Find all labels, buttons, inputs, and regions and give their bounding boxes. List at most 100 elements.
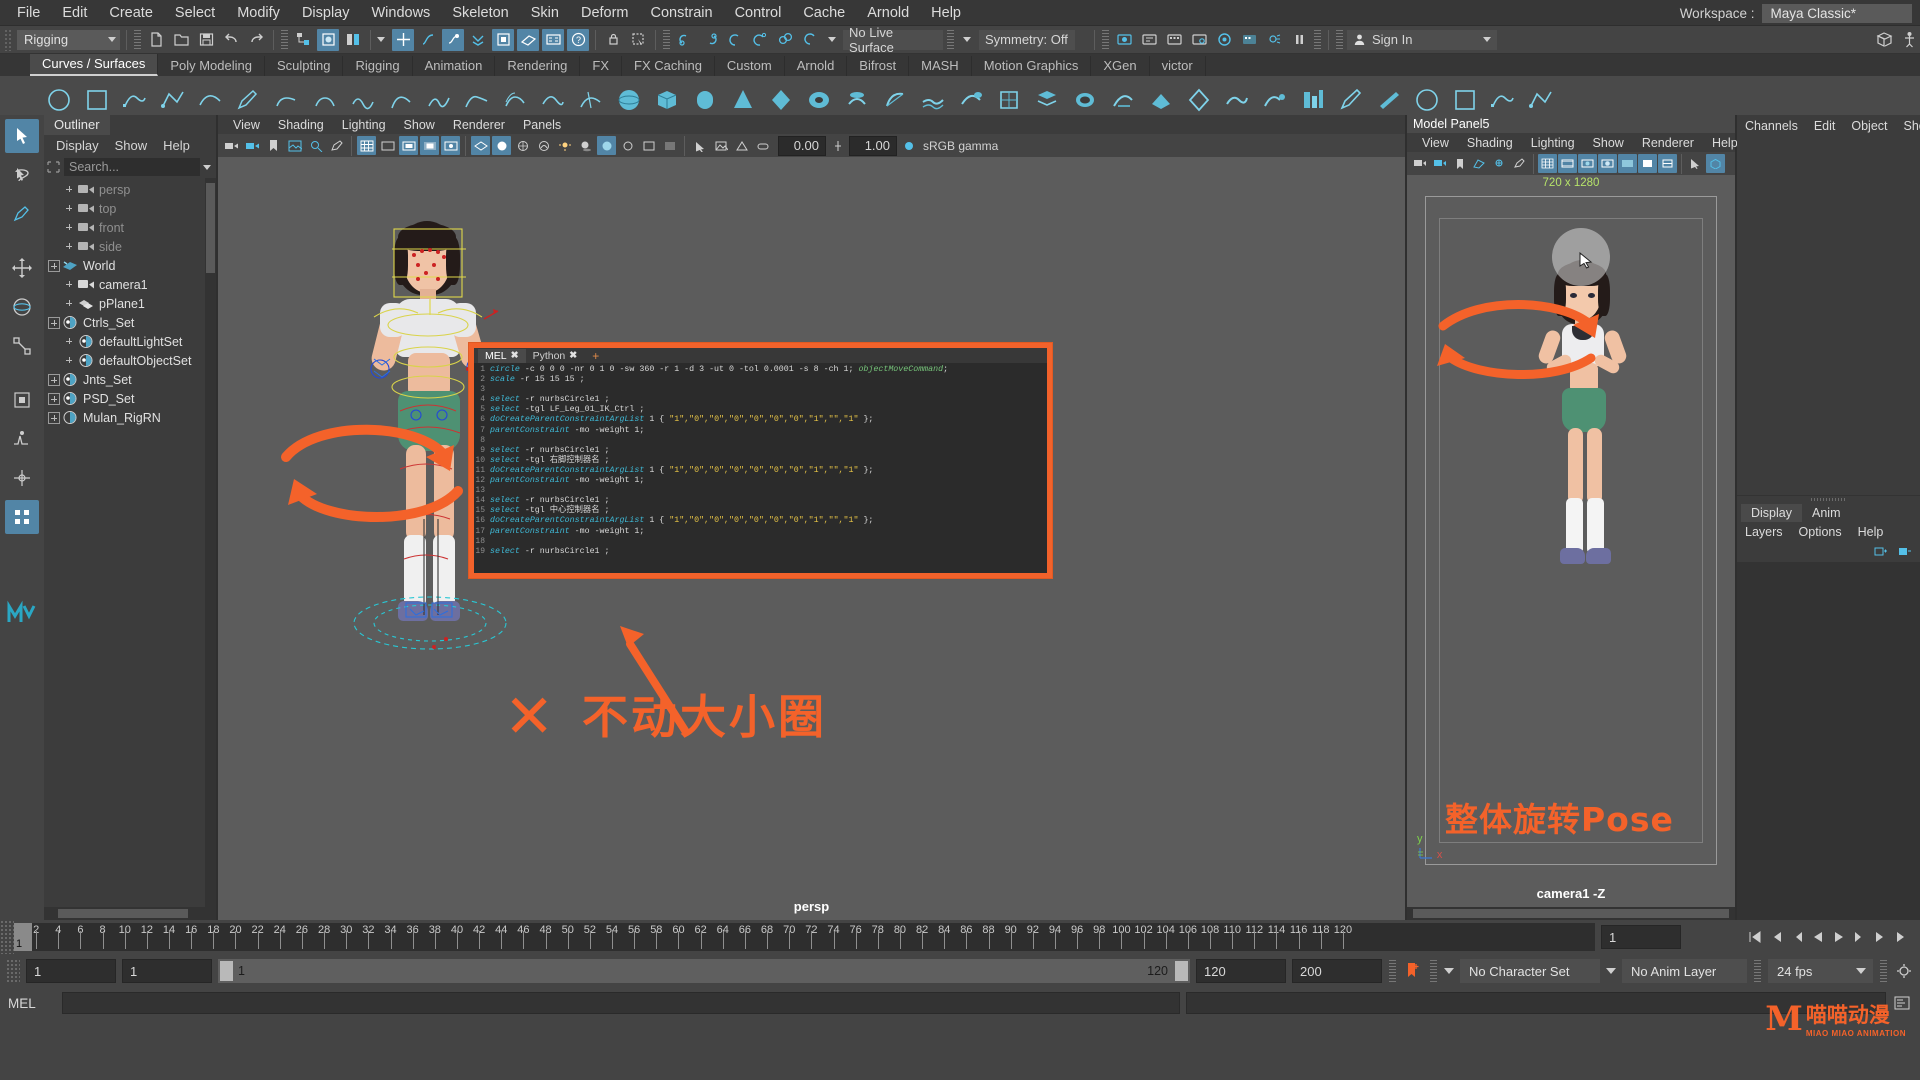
attach-surfaces-icon[interactable] [1336,85,1365,114]
camera1-viewport-canvas[interactable]: y x 整体旋转Pose camera1 -Z [1407,190,1735,907]
workspace-value[interactable]: Maya Classic* [1762,3,1912,23]
shelf-tab-poly-modeling[interactable]: Poly Modeling [158,56,265,76]
model-panel-menu-shading[interactable]: Shading [1458,136,1522,150]
input-connections-icon[interactable] [674,29,696,51]
outliner-item-ctrls_set[interactable]: Ctrls_Set [44,313,216,332]
select-component-icon[interactable] [342,29,364,51]
outliner-item-defaultlightset[interactable]: defaultLightSet [44,332,216,351]
go-to-start-button[interactable] [1745,927,1765,947]
help-live-icon[interactable]: ? [567,28,589,51]
square-surface-icon[interactable] [1070,85,1099,114]
outliner-item-front[interactable]: front [44,218,216,237]
layer-list[interactable] [1737,561,1920,920]
snap-view-plane-icon[interactable] [492,28,514,51]
render-sequence-icon[interactable] [1163,29,1185,51]
outliner-vertical-scrollbar[interactable] [205,178,216,907]
menu-windows[interactable]: Windows [360,3,441,23]
persp-menu-view[interactable]: View [224,118,269,132]
pause-icon[interactable] [1288,29,1310,51]
resolution-gate-icon[interactable] [399,136,418,155]
toggle-icon[interactable] [753,136,772,155]
play-forwards-button[interactable] [1829,927,1849,947]
bezier-curve-icon[interactable] [196,85,225,114]
menu-constrain[interactable]: Constrain [640,3,724,23]
outliner-tab[interactable]: Outliner [44,115,110,135]
add-tab-icon[interactable]: + [584,349,607,363]
rotate-tool[interactable] [5,290,39,324]
outliner-item-mulan_rigrn[interactable]: Mulan_RigRN [44,408,216,427]
rebuild-curve-icon[interactable] [538,85,567,114]
expand-toggle-icon[interactable] [48,392,60,405]
toggle-channel-box-icon[interactable] [1873,29,1895,51]
lock-icon[interactable] [602,29,624,51]
xray-icon[interactable] [1618,154,1637,173]
save-scene-icon[interactable] [195,29,217,51]
time-slider-track[interactable]: 1 2 4 6 8 10 12 14 16 18 20 22 24 26 28 30 32 34 36 38 40 42… [14,923,1595,951]
image-plane-icon[interactable] [1470,154,1489,173]
script-tab-mel[interactable]: MEL ✖ [478,348,526,363]
layer-menu-help[interactable]: Help [1850,525,1892,539]
outliner-horizontal-scrollbar[interactable] [44,907,216,920]
bevel-plus-icon[interactable] [1146,85,1175,114]
render-settings-icon[interactable] [1188,29,1210,51]
shelf-tab-rigging[interactable]: Rigging [343,56,413,76]
outliner-item-pplane1[interactable]: pPlane1 [44,294,216,313]
step-back-key-button[interactable] [1766,927,1786,947]
render-view-icon[interactable] [1238,29,1260,51]
depth-peel-icon[interactable] [660,136,679,155]
animation-start-input[interactable]: 1 [122,959,212,983]
range-slider[interactable]: 1 120 [218,959,1190,983]
outliner-search-input[interactable]: Search... [64,158,200,176]
layer-tab-anim[interactable]: Anim [1802,504,1850,522]
undo-icon[interactable] [220,29,242,51]
chevron-down-icon[interactable] [377,37,385,42]
expand-toggle-icon[interactable] [48,411,60,424]
construction-plane-icon[interactable] [517,28,539,51]
soft-modification-tool[interactable] [5,422,39,456]
cylinder-icon[interactable] [690,85,719,114]
menu-display[interactable]: Display [291,3,361,23]
shelf-tab-mash[interactable]: MASH [909,56,972,76]
chevron-down-icon[interactable] [963,37,971,42]
move-tool[interactable] [5,251,39,285]
sculpt-geometry-icon[interactable] [1488,85,1517,114]
universal-manipulator-tool[interactable] [5,383,39,417]
step-forward-key-button[interactable] [1871,927,1891,947]
shelf-tab-curves-surfaces[interactable]: Curves / Surfaces [30,54,159,76]
multisample-icon[interactable] [639,136,658,155]
attach-curves-icon[interactable] [348,85,377,114]
menu-cache[interactable]: Cache [792,3,856,23]
expand-toggle-icon[interactable] [48,373,60,386]
all-connections-icon[interactable] [749,29,771,51]
select-tool[interactable] [5,119,39,153]
expand-toggle-icon[interactable] [48,316,60,329]
menu-skeleton[interactable]: Skeleton [441,3,519,23]
outliner-menu-display[interactable]: Display [48,137,107,154]
resolution-gate-icon[interactable] [1578,154,1597,173]
time-slider-drag-handle[interactable] [0,920,14,954]
outliner-item-jnts_set[interactable]: Jnts_Set [44,370,216,389]
grease-pencil-icon[interactable] [1510,154,1529,173]
image-plane-icon[interactable] [285,136,304,155]
loft-icon[interactable] [880,85,909,114]
outliner-menu-show[interactable]: Show [107,137,156,154]
exposure-slider-icon[interactable] [828,136,847,155]
menu-help[interactable]: Help [920,3,972,23]
film-origin-icon[interactable] [441,136,460,155]
channelbox-menu-channels[interactable]: Channels [1737,119,1806,133]
filter-icon[interactable] [46,160,61,174]
shelf-tab-xgen[interactable]: XGen [1091,56,1150,76]
snap-grid-icon[interactable] [392,28,414,51]
extrude-icon[interactable] [956,85,985,114]
extend-curve-icon[interactable] [462,85,491,114]
grease-pencil-icon[interactable] [327,136,346,155]
bookmark-icon[interactable] [1450,154,1469,173]
model-panel-menu-show[interactable]: Show [1584,136,1633,150]
open-scene-icon[interactable] [170,29,192,51]
smooth-shade-icon[interactable] [492,136,511,155]
chevron-down-icon[interactable] [1606,968,1616,974]
show-manipulator-tool[interactable] [5,461,39,495]
outliner-item-side[interactable]: side [44,237,216,256]
chevron-down-icon[interactable] [1444,968,1454,974]
untrim-icon[interactable] [1298,85,1327,114]
